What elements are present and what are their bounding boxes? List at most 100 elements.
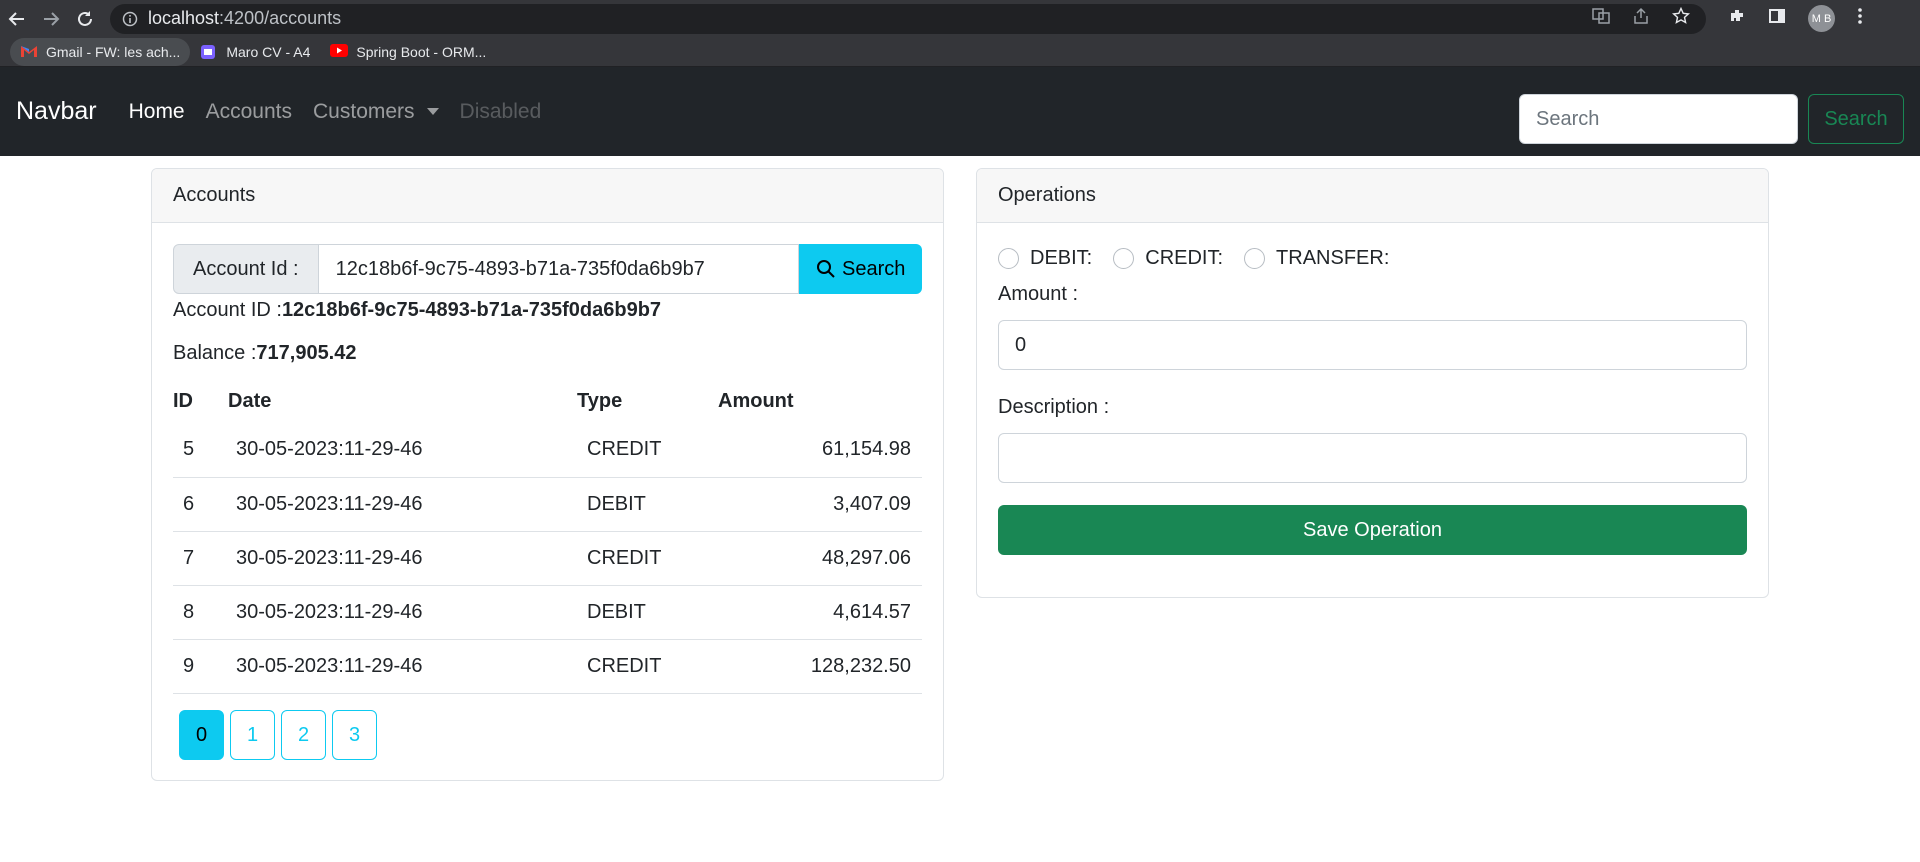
cell-amount: 61,154.98 (718, 423, 922, 478)
cell-amount: 3,407.09 (718, 477, 922, 532)
star-icon[interactable] (1671, 6, 1691, 30)
operation-type-group: DEBIT: CREDIT: TRANSFER: (998, 247, 1410, 270)
table-row: 5 30-05-2023:11-29-46 CREDIT 61,154.98 (173, 423, 922, 478)
share-icon[interactable] (1632, 7, 1650, 30)
account-id-label: Account Id : (173, 244, 319, 294)
gmail-icon (20, 44, 38, 60)
account-search-group: Account Id : Search (173, 244, 922, 294)
operations-card-title: Operations (977, 169, 1768, 223)
amount-input[interactable] (998, 320, 1747, 370)
url-host: localhost (148, 8, 220, 28)
account-id-line: Account ID :12c18b6f-9c75-4893-b71a-735f… (173, 299, 661, 322)
nav-accounts[interactable]: Accounts (206, 100, 292, 124)
cell-id: 7 (173, 531, 228, 586)
cell-amount: 128,232.50 (718, 639, 922, 694)
cell-date: 30-05-2023:11-29-46 (228, 477, 577, 532)
site-info-icon[interactable] (120, 9, 140, 29)
search-icon (816, 260, 835, 278)
app-navbar: Navbar Home Accounts Customers Disabled … (0, 67, 1920, 156)
col-type: Type (577, 389, 623, 412)
cell-amount: 48,297.06 (718, 531, 922, 586)
cell-id: 6 (173, 477, 228, 532)
nav-customers-dropdown[interactable]: Customers (313, 100, 439, 124)
radio-debit[interactable]: DEBIT: (998, 247, 1092, 270)
browser-toolbar: localhost:4200/accounts M B (0, 0, 1920, 37)
radio-label: TRANSFER: (1276, 247, 1390, 269)
table-header-row: ID Date Type Amount (173, 379, 922, 423)
radio-credit[interactable]: CREDIT: (1113, 247, 1223, 270)
nav-disabled: Disabled (459, 99, 542, 123)
radio-circle[interactable] (998, 248, 1019, 269)
operations-card: Operations DEBIT: CREDIT: TRANSFER: Amou… (976, 168, 1769, 598)
bookmark-label: Spring Boot - ORM... (356, 43, 487, 60)
col-date: Date (228, 389, 272, 412)
account-id-line-label: Account ID : (173, 299, 282, 321)
cell-date: 30-05-2023:11-29-46 (228, 531, 577, 586)
reload-button[interactable] (68, 2, 102, 36)
balance-label: Balance : (173, 342, 257, 364)
cell-type: DEBIT (577, 477, 718, 532)
account-id-value: 12c18b6f-9c75-4893-b71a-735f0da6b9b7 (281, 299, 662, 321)
bookmark-label: Gmail - FW: les ach... (46, 43, 181, 60)
balance-line: Balance :717,905.42 (173, 342, 357, 365)
account-id-input[interactable] (318, 244, 800, 294)
cell-date: 30-05-2023:11-29-46 (228, 585, 577, 640)
bookmark-label: Maro CV - A4 (226, 43, 311, 60)
caret-down-icon (426, 108, 439, 115)
back-button[interactable] (0, 2, 34, 36)
cell-type: CREDIT (577, 639, 718, 694)
cell-id: 5 (173, 423, 228, 478)
url-path: :4200/accounts (219, 8, 342, 28)
extensions-icon[interactable] (1728, 7, 1746, 30)
radio-label: CREDIT: (1145, 247, 1224, 269)
cell-id: 9 (173, 639, 228, 694)
save-operation-button[interactable]: Save Operation (998, 505, 1747, 555)
table-row: 7 30-05-2023:11-29-46 CREDIT 48,297.06 (173, 531, 922, 586)
cell-date: 30-05-2023:11-29-46 (228, 423, 577, 478)
bookmarks-bar: Gmail - FW: les ach... Maro CV - A4 Spri… (0, 37, 1920, 67)
description-input[interactable] (998, 433, 1747, 483)
doc-icon (200, 44, 218, 60)
table-row: 8 30-05-2023:11-29-46 DEBIT 4,614.57 (173, 585, 922, 640)
table-row: 9 30-05-2023:11-29-46 CREDIT 128,232.50 (173, 639, 922, 694)
col-amount: Amount (718, 389, 794, 412)
side-panel-icon[interactable] (1768, 7, 1786, 30)
accounts-card-title: Accounts (152, 169, 943, 223)
bookmark-gmail[interactable]: Gmail - FW: les ach... (10, 37, 191, 66)
bookmark-maro-cv[interactable]: Maro CV - A4 (190, 38, 320, 66)
description-label: Description : (998, 396, 1110, 418)
amount-label: Amount : (998, 283, 1079, 305)
cell-date: 30-05-2023:11-29-46 (228, 639, 577, 694)
page-button-2[interactable]: 2 (281, 710, 326, 760)
account-search-button-label: Search (841, 257, 906, 280)
navbar-brand[interactable]: Navbar (16, 97, 97, 126)
col-id: ID (173, 389, 193, 412)
accounts-card: Accounts Account Id : Search Account ID … (151, 168, 944, 781)
radio-circle[interactable] (1113, 248, 1135, 269)
account-search-button[interactable]: Search (799, 244, 922, 294)
navbar-search-input[interactable] (1519, 94, 1798, 144)
more-menu-icon[interactable] (1857, 7, 1863, 30)
balance-value: 717,905.42 (256, 342, 357, 364)
pagination: 0 1 2 3 (179, 710, 377, 760)
cell-type: CREDIT (577, 423, 718, 478)
navbar-search-button[interactable]: Search (1808, 94, 1904, 144)
cell-id: 8 (173, 585, 228, 640)
nav-customers-label: Customers (313, 99, 415, 123)
radio-transfer[interactable]: TRANSFER: (1244, 247, 1389, 270)
nav-home[interactable]: Home (129, 100, 185, 124)
address-bar[interactable]: localhost:4200/accounts (110, 3, 1706, 34)
translate-icon[interactable] (1592, 7, 1610, 30)
cell-amount: 4,614.57 (718, 585, 922, 640)
page-button-1[interactable]: 1 (230, 710, 275, 760)
page-button-3[interactable]: 3 (332, 710, 377, 760)
operations-table: ID Date Type Amount 5 30-05-2023:11-29-4… (173, 379, 922, 694)
forward-button[interactable] (34, 2, 68, 36)
bookmark-spring-boot[interactable]: Spring Boot - ORM... (320, 38, 496, 66)
profile-avatar[interactable]: M B (1808, 5, 1835, 32)
cell-type: DEBIT (577, 585, 718, 640)
radio-circle[interactable] (1244, 248, 1266, 269)
cell-type: CREDIT (577, 531, 718, 586)
page-button-0[interactable]: 0 (179, 710, 224, 760)
radio-label: DEBIT: (1030, 247, 1093, 269)
